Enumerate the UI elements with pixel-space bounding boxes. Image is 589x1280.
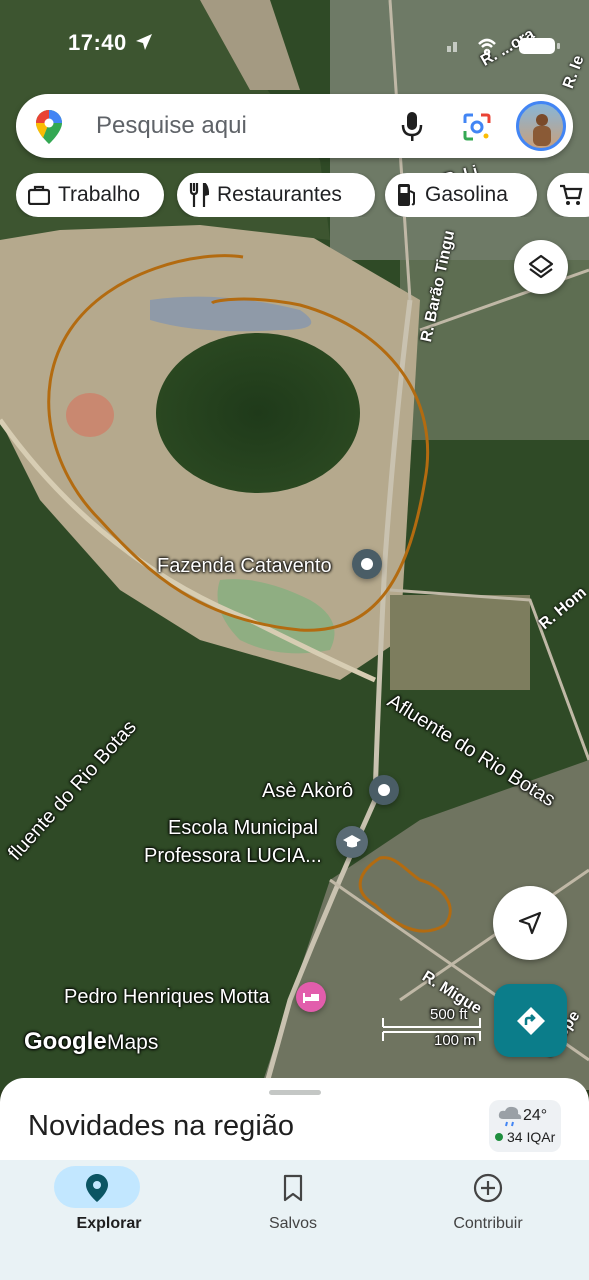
sheet-title: Novidades na região: [28, 1110, 295, 1142]
chip-label: Gasolina: [425, 183, 508, 206]
fork-knife-icon: [189, 183, 209, 207]
add-circle-icon: [473, 1173, 503, 1203]
place-label-escola-2[interactable]: Professora LUCIA...: [144, 845, 322, 868]
google-logo: Google: [24, 1028, 107, 1055]
place-label-escola-1[interactable]: Escola Municipal: [168, 817, 318, 840]
chip-shopping[interactable]: [547, 173, 589, 217]
maps-wordmark: Maps: [107, 1031, 159, 1054]
layers-icon: [528, 254, 554, 279]
status-bar: 17:40: [0, 28, 589, 62]
nav-label: Contribuir: [453, 1215, 523, 1232]
directions-button[interactable]: [494, 984, 567, 1057]
weather-aqi: 34 IQAr: [507, 1129, 556, 1145]
cloud-rain-icon: [498, 1106, 522, 1127]
gas-station-icon: [398, 184, 415, 206]
nav-explorar[interactable]: Explorar: [11, 1160, 207, 1250]
chip-trabalho[interactable]: Trabalho: [16, 173, 164, 217]
search-placeholder: Pesquise aqui: [96, 112, 247, 139]
place-pin-ase[interactable]: [369, 775, 399, 805]
place-pin-fazenda[interactable]: [352, 549, 382, 579]
location-arrow-icon: [136, 34, 152, 50]
scale-feet: 500 ft: [430, 1006, 468, 1023]
status-time: 17:40: [68, 30, 127, 55]
place-label-pedro[interactable]: Pedro Henriques Motta: [64, 986, 270, 1009]
bottom-nav: Explorar Salvos Contribuir: [0, 1160, 589, 1280]
mic-icon[interactable]: [401, 112, 423, 142]
school-pin-icon[interactable]: [336, 826, 368, 858]
chip-gasolina[interactable]: Gasolina: [385, 173, 537, 217]
directions-icon: [516, 1006, 545, 1035]
cart-icon: [560, 184, 583, 205]
nav-salvos[interactable]: Salvos: [195, 1160, 391, 1250]
nav-label: Salvos: [268, 1215, 318, 1232]
chip-label: Restaurantes: [217, 183, 342, 206]
google-maps-pin-icon: [36, 110, 62, 144]
bookmark-icon: [283, 1174, 303, 1202]
layers-button[interactable]: [514, 240, 568, 294]
my-location-button[interactable]: [493, 886, 567, 960]
lens-icon[interactable]: [463, 113, 491, 141]
chip-restaurantes[interactable]: Restaurantes: [177, 173, 375, 217]
hotel-pin-icon[interactable]: [296, 982, 326, 1012]
avatar[interactable]: [516, 101, 566, 151]
place-label-ase[interactable]: Asè Akòrô: [262, 780, 353, 803]
nav-label: Explorar: [76, 1215, 142, 1232]
category-chips: Trabalho Restaurantes Gasolina: [16, 173, 589, 217]
search-bar[interactable]: Pesquise aqui: [16, 94, 573, 158]
weather-temp: 24°: [523, 1107, 548, 1124]
chip-label: Trabalho: [58, 183, 141, 206]
place-label-fazenda[interactable]: Fazenda Catavento: [157, 555, 332, 578]
navigation-arrow-icon: [518, 911, 542, 935]
aqi-dot: [495, 1133, 503, 1141]
status-icons: [447, 34, 567, 61]
explore-pin-icon: [86, 1174, 108, 1202]
briefcase-icon: [28, 185, 50, 205]
signal-icon: [447, 38, 560, 56]
maps-app: Fazenda Catavento Asè Akòrô Escola Munic…: [0, 0, 589, 1280]
scale-meters: 100 m: [434, 1032, 476, 1049]
weather-widget[interactable]: 24° 34 IQAr: [489, 1100, 561, 1152]
nav-contribuir[interactable]: Contribuir: [390, 1160, 586, 1250]
sheet-handle[interactable]: [269, 1090, 321, 1095]
